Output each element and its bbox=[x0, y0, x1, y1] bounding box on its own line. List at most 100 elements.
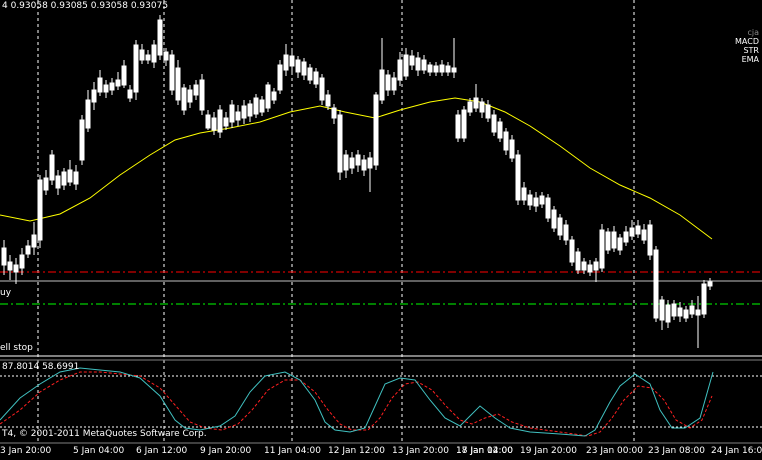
bear-candle bbox=[587, 264, 593, 273]
sell-stop-label: ell stop bbox=[0, 343, 33, 353]
bear-candle bbox=[55, 175, 61, 189]
bear-candle bbox=[623, 231, 629, 243]
x-axis-label: 23 Jan 00:00 bbox=[586, 446, 643, 456]
bear-candle bbox=[25, 245, 31, 255]
bear-candle bbox=[367, 157, 373, 169]
bear-candle bbox=[193, 84, 199, 96]
x-axis-label: 6 Jan 12:00 bbox=[136, 446, 188, 456]
bear-candle bbox=[271, 91, 277, 101]
bear-candle bbox=[277, 64, 283, 91]
bear-candle bbox=[37, 179, 43, 241]
bear-candle bbox=[109, 82, 115, 91]
x-axis-label: 12 Jan 12:00 bbox=[328, 446, 385, 456]
bear-candle bbox=[683, 309, 689, 319]
bear-candle bbox=[461, 109, 467, 139]
trading-chart-window[interactable]: 4 0.93058 0.93085 0.93058 0.93075 cja MA… bbox=[0, 0, 762, 460]
bear-candle bbox=[701, 283, 707, 315]
bear-candle bbox=[211, 117, 217, 131]
bear-candle bbox=[533, 197, 539, 207]
bear-candle bbox=[473, 97, 479, 109]
stochastic-values: 87.8014 58.6991 bbox=[2, 362, 80, 372]
bear-candle bbox=[391, 77, 397, 91]
bear-candle bbox=[13, 264, 19, 273]
x-axis-label: 13 Jan 20:00 bbox=[392, 446, 449, 456]
buy-level-label: uy bbox=[0, 288, 12, 298]
bear-candle bbox=[43, 177, 49, 191]
indicator-legend: cja MACD STR EMA bbox=[735, 28, 759, 64]
bear-candle bbox=[433, 65, 439, 73]
bear-candle bbox=[421, 59, 427, 71]
bear-candle bbox=[145, 54, 151, 61]
bear-candle bbox=[641, 229, 647, 241]
bear-candle bbox=[205, 114, 211, 129]
bear-candle bbox=[139, 49, 145, 61]
stoch-main-line bbox=[0, 367, 714, 437]
bear-candle bbox=[427, 64, 433, 73]
bear-candle bbox=[67, 169, 73, 183]
bear-candle bbox=[235, 111, 241, 121]
bear-candle bbox=[659, 299, 665, 321]
bear-candle bbox=[385, 74, 391, 91]
bear-candle bbox=[97, 77, 103, 93]
bear-candle bbox=[229, 104, 235, 123]
bear-candle bbox=[379, 69, 385, 101]
bear-candle bbox=[199, 79, 205, 111]
bear-candle bbox=[247, 103, 253, 117]
bear-candle bbox=[61, 171, 67, 186]
bear-candle bbox=[527, 194, 533, 206]
bear-candle bbox=[307, 67, 313, 81]
bear-candle bbox=[599, 229, 605, 269]
bear-candle bbox=[605, 231, 611, 251]
bear-candle bbox=[103, 84, 109, 93]
bear-candle bbox=[133, 44, 139, 93]
bear-candle bbox=[617, 237, 623, 251]
x-axis-label: 18 Jan 12:00 bbox=[456, 446, 513, 456]
bear-candle bbox=[479, 101, 485, 113]
bear-candle bbox=[319, 77, 325, 101]
x-axis-label: 11 Jan 04:00 bbox=[264, 446, 321, 456]
bear-candle bbox=[259, 99, 265, 113]
legend-item-str: STR bbox=[743, 46, 759, 55]
bear-candle bbox=[355, 154, 361, 166]
bear-candle bbox=[593, 261, 599, 271]
bear-candle bbox=[343, 154, 349, 171]
bear-candle bbox=[509, 139, 515, 159]
bear-candle bbox=[485, 104, 491, 119]
bear-candle bbox=[373, 94, 379, 166]
bear-candle bbox=[127, 89, 133, 99]
bear-candle bbox=[409, 55, 415, 66]
ema-line bbox=[0, 97, 713, 240]
bear-candle bbox=[515, 154, 521, 201]
bear-candle bbox=[677, 307, 683, 317]
bear-candle bbox=[19, 254, 25, 269]
bear-candle bbox=[557, 217, 563, 236]
bear-candle bbox=[241, 105, 247, 119]
bear-candle bbox=[497, 121, 503, 139]
bear-candle bbox=[653, 249, 659, 319]
bear-candle bbox=[397, 59, 403, 81]
bear-candle bbox=[253, 97, 259, 115]
bear-candle bbox=[313, 71, 319, 85]
bear-candle bbox=[31, 234, 37, 248]
bear-candle bbox=[73, 171, 79, 185]
bear-candle bbox=[169, 54, 175, 91]
bear-candle bbox=[629, 227, 635, 237]
bear-candle bbox=[635, 225, 641, 235]
price-chart[interactable] bbox=[0, 0, 762, 460]
bear-candle bbox=[451, 67, 457, 73]
bear-candle bbox=[295, 59, 301, 73]
bear-candle bbox=[403, 54, 409, 77]
bear-candle bbox=[175, 67, 181, 101]
bear-candle bbox=[223, 117, 229, 127]
bear-candle bbox=[467, 101, 473, 113]
bear-candle bbox=[91, 89, 97, 103]
bear-candle bbox=[575, 251, 581, 271]
bear-candle bbox=[569, 239, 575, 263]
bear-candle bbox=[331, 107, 337, 119]
bear-candle bbox=[689, 305, 695, 315]
bear-candle bbox=[455, 114, 461, 139]
bear-candle bbox=[665, 304, 671, 323]
bear-candle bbox=[695, 309, 701, 316]
bear-candle bbox=[289, 55, 295, 67]
x-axis-label: 24 Jan 16:00 bbox=[711, 446, 762, 456]
